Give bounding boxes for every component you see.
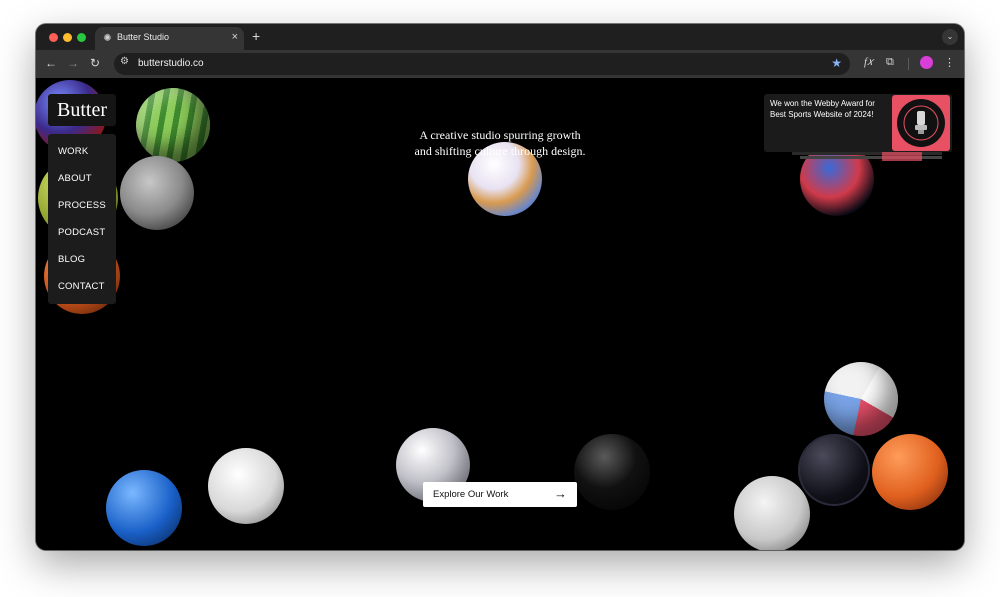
tab-close-icon[interactable]: × <box>232 31 238 43</box>
nav-item-podcast[interactable]: PODCAST <box>58 227 105 238</box>
eight-ball <box>574 434 650 510</box>
webby-award-badge <box>892 95 950 151</box>
fx-extension-icon[interactable]: f𝑥 <box>864 56 873 69</box>
basketball <box>872 434 948 510</box>
new-tab-button[interactable]: + <box>252 28 260 44</box>
url-text[interactable]: butterstudio.co <box>138 58 204 69</box>
extensions-puzzle-icon[interactable]: ⧉ <box>886 56 894 69</box>
more-menu-icon[interactable]: ⋮ <box>944 56 955 69</box>
nav-item-blog[interactable]: BLOG <box>58 254 85 265</box>
cta-label: Explore Our Work <box>433 489 509 500</box>
profile-avatar[interactable] <box>920 56 933 69</box>
butter-logo[interactable]: Butter <box>48 94 116 126</box>
site-info-icon[interactable]: ⚙ <box>120 56 129 67</box>
toolbar-divider <box>908 58 909 70</box>
bowling-ball <box>106 470 182 546</box>
hero-tagline: A creative studio spurring growth and sh… <box>388 128 612 159</box>
award-card-stack <box>792 152 942 161</box>
page-content: Butter WORK ABOUT PROCESS PODCAST BLOG C… <box>36 78 964 550</box>
nav-item-work[interactable]: WORK <box>58 146 88 157</box>
webby-trophy-icon <box>897 99 945 147</box>
browser-toolbar: ← → ↻ ⚙ butterstudio.co ★ f𝑥 ⧉ ⋮ <box>36 50 964 78</box>
address-bar[interactable]: ⚙ butterstudio.co ★ <box>114 53 850 75</box>
back-arrow-icon[interactable]: ← <box>45 56 57 70</box>
award-text: We won the Webby Award for Best Sports W… <box>770 99 875 119</box>
soccer-ball <box>208 448 284 524</box>
tab-title: Butter Studio <box>117 32 170 42</box>
minimize-window-button[interactable] <box>63 33 72 42</box>
glass-ball <box>798 434 870 506</box>
browser-window: ✺ Butter Studio × + ⌄ ← → ↻ ⚙ butterstud… <box>36 24 964 550</box>
tab-search-chevron-icon[interactable]: ⌄ <box>942 29 958 45</box>
tab-strip: ✺ Butter Studio × + ⌄ <box>36 24 964 50</box>
site-nav-menu: WORK ABOUT PROCESS PODCAST BLOG CONTACT <box>48 134 116 304</box>
explore-our-work-button[interactable]: Explore Our Work → <box>423 482 577 507</box>
nav-item-about[interactable]: ABOUT <box>58 173 92 184</box>
tab-butter-studio[interactable]: ✺ Butter Studio × <box>95 27 244 50</box>
maximize-window-button[interactable] <box>77 33 86 42</box>
webby-award-banner[interactable]: We won the Webby Award for Best Sports W… <box>764 94 952 152</box>
moon-ball <box>120 156 194 230</box>
arrow-right-icon: → <box>554 486 567 501</box>
close-window-button[interactable] <box>49 33 58 42</box>
nav-item-contact[interactable]: CONTACT <box>58 281 105 292</box>
reload-icon[interactable]: ↻ <box>90 56 100 70</box>
watermelon-ball <box>136 88 210 162</box>
butter-favicon-icon: ✺ <box>103 33 112 44</box>
bookmark-star-icon[interactable]: ★ <box>831 56 842 70</box>
tagline-line-1: A creative studio spurring growth <box>419 128 581 142</box>
forward-arrow-icon[interactable]: → <box>67 56 79 70</box>
baseball <box>734 476 810 550</box>
nav-item-process[interactable]: PROCESS <box>58 200 106 211</box>
beach-ball <box>824 362 898 436</box>
tagline-line-2: and shifting culture through design. <box>414 143 586 158</box>
